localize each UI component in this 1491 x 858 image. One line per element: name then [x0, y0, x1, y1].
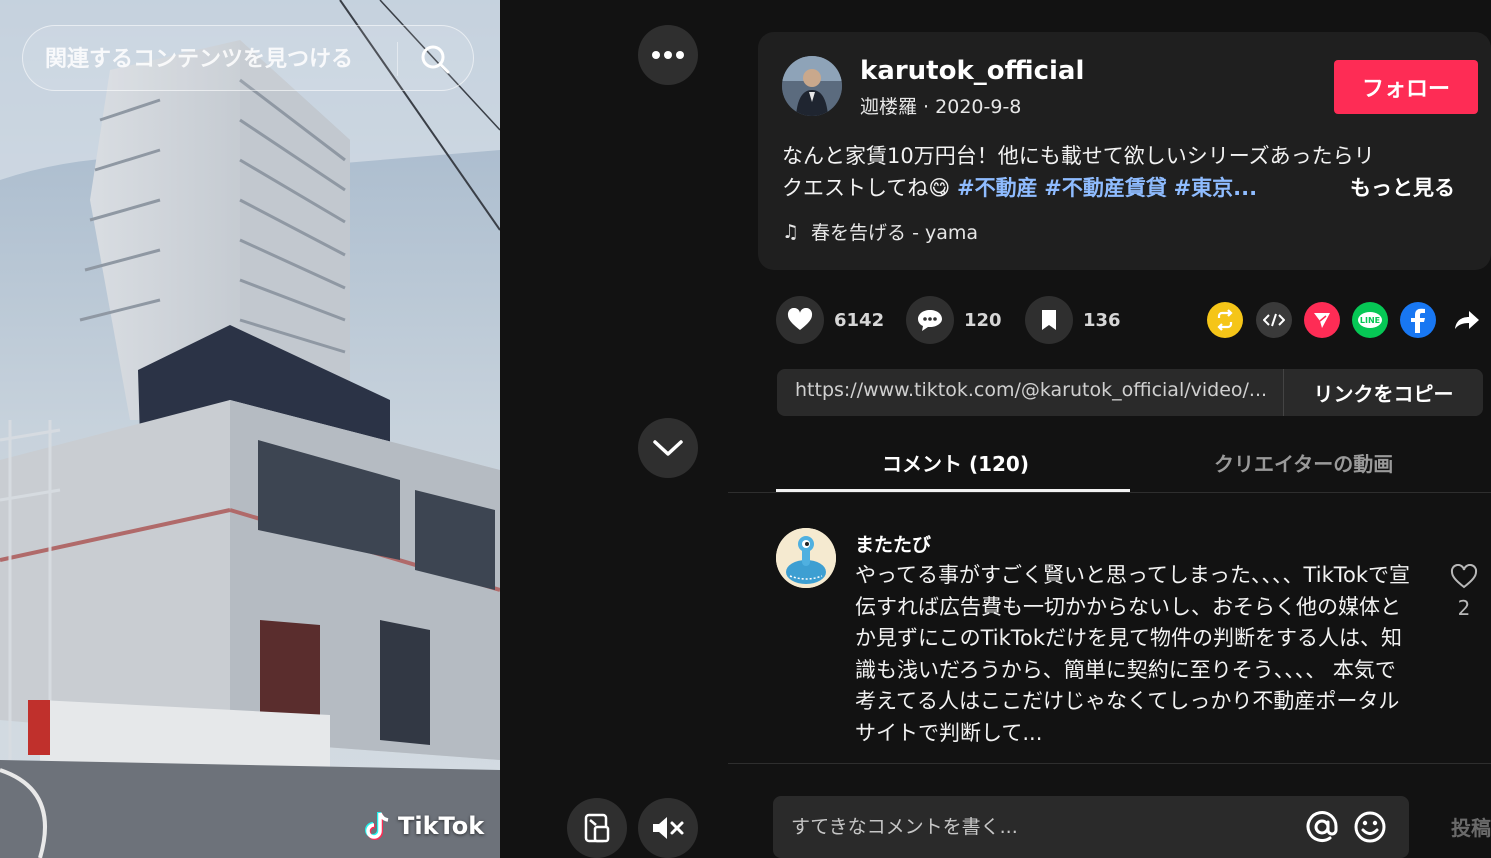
- mini-player-icon: [584, 813, 610, 843]
- avatar-image: [782, 56, 842, 116]
- tiktok-watermark: TikTok: [364, 810, 484, 842]
- mention-icon[interactable]: [1305, 810, 1339, 844]
- commenter-username[interactable]: またたび: [855, 530, 931, 557]
- follow-button[interactable]: フォロー: [1334, 60, 1478, 114]
- commenter-avatar[interactable]: [776, 528, 836, 588]
- description-line-1: なんと家賃10万円台！他にも載せて欲しいシリーズあったらリ: [782, 144, 1375, 168]
- like-count: 6142: [834, 309, 885, 331]
- facebook-icon: [1411, 308, 1425, 333]
- comment-like-count: 2: [1457, 596, 1471, 620]
- comment-bubble-icon: [918, 310, 942, 331]
- comment-input[interactable]: [789, 808, 1293, 846]
- share-arrow-icon: [1455, 311, 1479, 329]
- see-more-button[interactable]: もっと見る: [1350, 172, 1455, 202]
- more-options-button[interactable]: [638, 25, 698, 85]
- copy-link-button[interactable]: リンクをコピー: [1283, 369, 1483, 416]
- watermark-text: TikTok: [398, 812, 485, 840]
- tab-creator-videos[interactable]: クリエイターの動画: [1214, 448, 1393, 477]
- search-icon: [421, 45, 450, 74]
- save-button[interactable]: [1025, 296, 1073, 344]
- video-frame-building: [0, 0, 500, 858]
- search-divider: [397, 42, 398, 76]
- search-box: [22, 25, 474, 91]
- repost-button[interactable]: [1207, 302, 1243, 338]
- video-link-url[interactable]: https://www.tiktok.com/@karutok_official…: [795, 379, 1277, 401]
- post-comment-button[interactable]: 投稿: [1451, 812, 1491, 841]
- hashtag[interactable]: #東京...: [1174, 176, 1258, 200]
- send-to-friends-button[interactable]: [1304, 302, 1340, 338]
- video-player[interactable]: TikTok: [0, 0, 500, 858]
- emoji-icon[interactable]: [1353, 810, 1387, 844]
- creator-avatar[interactable]: [782, 56, 842, 116]
- emoji: 😋: [928, 176, 951, 200]
- avatar-image: [776, 528, 836, 588]
- music-link[interactable]: ♫ 春を告げる - yama: [782, 218, 978, 245]
- send-icon: [1314, 313, 1330, 328]
- post-info-card: karutok_official 迦楼羅 · 2020-9-8 フォロー なんと…: [758, 32, 1491, 270]
- next-video-button[interactable]: [638, 418, 698, 478]
- heart-outline-icon: [1450, 563, 1478, 589]
- save-count: 136: [1083, 309, 1121, 331]
- chevron-down-icon: [653, 440, 683, 456]
- music-title: 春を告げる - yama: [811, 222, 979, 244]
- bookmark-icon: [1042, 310, 1056, 330]
- embed-icon: [1263, 313, 1285, 327]
- search-button[interactable]: [415, 40, 455, 78]
- creator-display-name: 迦楼羅: [860, 96, 918, 118]
- share-facebook-button[interactable]: [1400, 302, 1436, 338]
- like-action[interactable]: 6142: [776, 296, 884, 344]
- line-icon: LINE: [1358, 312, 1382, 328]
- speaker-muted-icon: [653, 817, 684, 839]
- creator-username[interactable]: karutok_official: [860, 56, 1084, 86]
- tab-comments[interactable]: コメント (120): [882, 448, 1029, 477]
- save-action[interactable]: 136: [1025, 296, 1121, 344]
- svg-text:LINE: LINE: [1360, 316, 1380, 325]
- share-line-button[interactable]: LINE: [1352, 302, 1388, 338]
- share-link-bar: https://www.tiktok.com/@karutok_official…: [777, 369, 1483, 416]
- tabs-divider: [728, 492, 1491, 493]
- description-line-2: クエストしてね: [782, 176, 929, 200]
- comment-count: 120: [964, 309, 1002, 331]
- like-button[interactable]: [776, 296, 824, 344]
- more-share-button[interactable]: [1449, 302, 1485, 338]
- comment-item: またたび やってる事がすごく賢いと思ってしまった、、、、TikTokで宣伝すれば…: [776, 528, 1486, 762]
- comment-like-button[interactable]: 2: [1448, 563, 1480, 620]
- heart-icon: [787, 308, 813, 330]
- composer-divider: [728, 763, 1491, 764]
- active-tab-indicator: [776, 489, 1130, 492]
- music-note-icon: ♫: [782, 220, 800, 243]
- comment-button[interactable]: [906, 296, 954, 344]
- hashtag[interactable]: #不動産賃貸: [1044, 176, 1167, 200]
- more-dots-icon: [652, 51, 684, 59]
- post-date: 2020-9-8: [935, 96, 1022, 118]
- mute-button[interactable]: [638, 798, 698, 858]
- tiktok-logo-icon: [365, 812, 389, 840]
- creator-subline: 迦楼羅 · 2020-9-8: [860, 96, 1022, 118]
- comment-text: やってる事がすごく賢いと思ってしまった、、、、TikTokで宣伝すれば広告費も一…: [855, 563, 1411, 745]
- comment-composer: [773, 796, 1409, 858]
- mini-player-button[interactable]: [567, 798, 627, 858]
- search-input[interactable]: [43, 40, 397, 78]
- hashtag[interactable]: #不動産: [957, 176, 1038, 200]
- embed-button[interactable]: [1256, 302, 1292, 338]
- repost-icon: [1217, 309, 1233, 331]
- comment-action[interactable]: 120: [906, 296, 1002, 344]
